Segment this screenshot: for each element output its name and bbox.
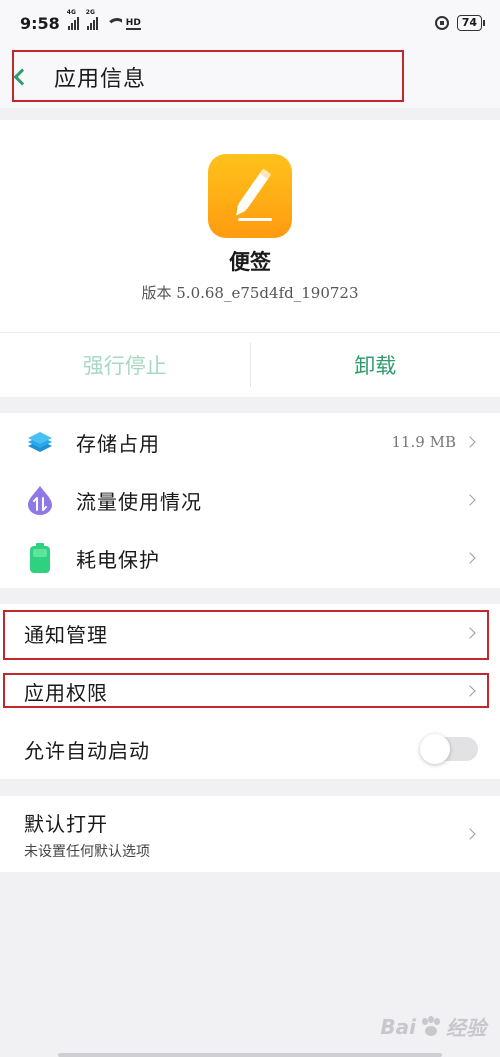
autostart-row: 允许自动启动 bbox=[0, 720, 500, 778]
cell-signal-icon: 4G bbox=[67, 9, 79, 30]
back-chevron-icon bbox=[13, 68, 31, 86]
wifi-icon bbox=[105, 17, 122, 30]
storage-layers-icon bbox=[24, 426, 56, 458]
default-open-label: 默认打开 bbox=[24, 811, 108, 836]
status-icons: 4G 2G HD bbox=[67, 9, 141, 30]
paw-logo-icon bbox=[420, 1015, 442, 1038]
chevron-right-icon bbox=[464, 828, 476, 840]
back-button[interactable] bbox=[0, 54, 60, 100]
power-label: 耗电保护 bbox=[76, 547, 160, 572]
page-title: 应用信息 bbox=[54, 67, 147, 92]
storage-row[interactable]: 存储占用 11.9 MB bbox=[0, 413, 500, 471]
storage-label: 存储占用 bbox=[76, 431, 160, 456]
baidu-watermark: Bai 经验 bbox=[380, 1012, 486, 1041]
toggle-knob bbox=[420, 734, 450, 764]
chevron-right-icon bbox=[464, 552, 476, 564]
chevron-right-icon bbox=[464, 494, 476, 506]
force-stop-button[interactable]: 强行停止 bbox=[0, 350, 250, 380]
rotation-lock-icon bbox=[434, 16, 449, 30]
status-right: 74 bbox=[434, 15, 486, 31]
cell-signal-icon-2: 2G bbox=[86, 9, 98, 30]
chevron-right-icon bbox=[464, 627, 476, 639]
chevron-right-icon bbox=[464, 436, 476, 448]
default-open-sub: 未设置任何默认选项 bbox=[24, 843, 150, 860]
notification-row[interactable]: 通知管理 bbox=[0, 604, 500, 662]
data-traffic-icon bbox=[24, 484, 56, 516]
signal-tag-2g: 2G bbox=[85, 8, 95, 16]
storage-value: 11.9 MB bbox=[391, 433, 456, 451]
navigation-hint-bar bbox=[58, 1053, 442, 1057]
app-permissions-row[interactable]: 应用权限 bbox=[0, 662, 500, 720]
app-name: 便签 bbox=[229, 250, 271, 274]
watermark-suffix: 经验 bbox=[446, 1016, 486, 1040]
status-time: 9:58 bbox=[20, 13, 60, 33]
app-permissions-label: 应用权限 bbox=[24, 680, 108, 705]
traffic-label: 流量使用情况 bbox=[76, 489, 202, 514]
battery-green-icon bbox=[24, 542, 56, 574]
signal-tag-4g: 4G bbox=[66, 8, 76, 16]
app-version: 版本 5.0.68_e75d4fd_190723 bbox=[141, 284, 359, 302]
app-info-card: 便签 版本 5.0.68_e75d4fd_190723 bbox=[0, 120, 500, 332]
autostart-label: 允许自动启动 bbox=[24, 738, 150, 763]
chevron-right-icon bbox=[464, 685, 476, 697]
usage-group: 存储占用 11.9 MB 流量使用情况 耗电保护 bbox=[0, 413, 500, 588]
action-row: 强行停止 卸载 bbox=[0, 333, 500, 397]
autostart-toggle[interactable] bbox=[420, 734, 478, 764]
battery-icon: 74 bbox=[456, 15, 486, 31]
uninstall-button[interactable]: 卸载 bbox=[251, 350, 500, 380]
default-open-row[interactable]: 默认打开 未设置任何默认选项 bbox=[0, 796, 500, 872]
watermark-text: Bai bbox=[380, 1014, 416, 1039]
hd-voice-icon: HD bbox=[125, 17, 141, 30]
traffic-row[interactable]: 流量使用情况 bbox=[0, 471, 500, 529]
power-row[interactable]: 耗电保护 bbox=[0, 529, 500, 587]
pencil-note-icon bbox=[208, 154, 292, 238]
permissions-group: 通知管理 应用权限 允许自动启动 bbox=[0, 604, 500, 779]
header: 应用信息 bbox=[0, 46, 500, 108]
notification-label: 通知管理 bbox=[24, 622, 108, 647]
defaults-group: 默认打开 未设置任何默认选项 bbox=[0, 796, 500, 872]
status-bar: 9:58 4G 2G HD 74 bbox=[0, 0, 500, 46]
